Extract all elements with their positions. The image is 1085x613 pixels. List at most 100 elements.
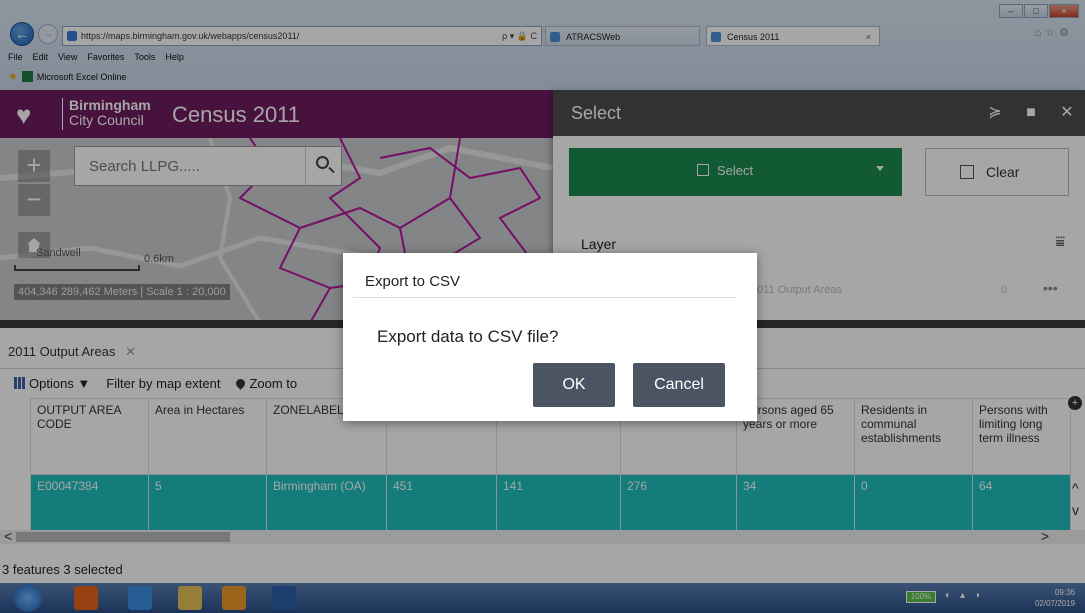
office-icon[interactable] <box>222 586 246 610</box>
menu-help[interactable]: Help <box>165 52 184 62</box>
cancel-button[interactable]: Cancel <box>633 363 725 407</box>
dialog-title: Export to CSV <box>365 273 461 290</box>
search-input[interactable] <box>75 147 305 185</box>
menu-edit[interactable]: Edit <box>33 52 49 62</box>
table-cell: E00047384 <box>30 474 149 533</box>
scale-label: 0.6km <box>144 253 174 265</box>
menu-view[interactable]: View <box>58 52 77 62</box>
clear-button[interactable]: Clear <box>925 148 1069 196</box>
outlook-icon[interactable] <box>74 586 98 610</box>
coordinate-readout: 404,346 289,462 Meters | Scale 1 : 20,00… <box>14 284 230 300</box>
search-icon <box>316 156 329 169</box>
search-box <box>74 146 342 186</box>
browser-tab-atracs[interactable]: ATRACSWeb <box>545 26 700 46</box>
favorites-bar: ★ Microsoft Excel Online <box>8 70 126 83</box>
select-tool-button[interactable]: Select <box>569 148 902 196</box>
clock-date: 02/07/2019 <box>1034 599 1075 608</box>
select-panel-title: Select <box>571 103 622 123</box>
table-cell: Birmingham (OA) <box>266 474 387 533</box>
chevron-down-icon[interactable]: v <box>1072 502 1079 518</box>
minimize-button[interactable]: – <box>999 4 1023 18</box>
zoom-out-button[interactable]: − <box>18 184 50 216</box>
tab-label: 2011 Output Areas <box>8 344 116 359</box>
browser-tab-census[interactable]: Census 2011 × <box>706 26 880 46</box>
selection-status: 3 features 3 selected <box>2 562 123 577</box>
tab-close-icon[interactable]: × <box>866 27 871 47</box>
ok-button[interactable]: OK <box>533 363 615 407</box>
tray-icons[interactable]: ◖▴◗ <box>944 590 991 601</box>
layer-more-icon[interactable]: ••• <box>1043 280 1058 296</box>
favorite-excel-online[interactable]: Microsoft Excel Online <box>37 72 127 82</box>
scrollbar-thumb[interactable] <box>16 532 230 542</box>
logo-line2: City Council <box>69 112 144 128</box>
clear-icon <box>960 165 974 179</box>
menu-favorites[interactable]: Favorites <box>87 52 124 62</box>
column-header[interactable]: Residents in communal establishments <box>854 398 973 475</box>
select-tool-label: Select <box>717 163 754 178</box>
chevron-left-icon[interactable]: < <box>4 528 12 544</box>
layer-name[interactable]: 2011 Output Areas <box>751 284 842 296</box>
location-pin-icon <box>234 377 248 390</box>
zoom-to-label: Zoom to <box>249 376 298 391</box>
window-close-button[interactable]: × <box>1049 4 1079 18</box>
favorites-star-icon[interactable]: ★ <box>8 70 18 83</box>
map-place-label: Sandwell <box>36 247 81 259</box>
close-panel-icon[interactable]: ✕ <box>1049 90 1085 136</box>
layer-label: Layer <box>581 236 617 252</box>
tab-2011-output-areas[interactable]: 2011 Output Areas ✕ <box>8 344 136 360</box>
clock[interactable]: 09:36 02/07/2019 <box>1035 587 1075 609</box>
dialog-message: Export data to CSV file? <box>377 327 559 346</box>
table-cell: 276 <box>620 474 737 533</box>
export-csv-dialog: Export to CSV Export data to CSV file? O… <box>343 253 757 421</box>
browser-home-icons[interactable]: ⌂☆⚙ <box>1035 26 1073 39</box>
table-cell: 34 <box>736 474 855 533</box>
excel-icon <box>21 71 33 82</box>
table-cell: 5 <box>148 474 267 533</box>
attribute-toolbar: Options ▼ Filter by map extent Zoom to <box>14 376 297 391</box>
close-icon[interactable]: ✕ <box>125 344 136 359</box>
logo-line1: Birmingham <box>69 97 151 113</box>
collapse-icon[interactable]: ≽ <box>977 90 1013 136</box>
tab-favicon <box>550 32 560 42</box>
table-cell: 0 <box>854 474 973 533</box>
menu-tools[interactable]: Tools <box>134 52 155 62</box>
search-button[interactable] <box>305 147 341 185</box>
address-bar[interactable]: https://maps.birmingham.gov.uk/webapps/c… <box>62 26 542 46</box>
chevron-up-icon[interactable]: ^ <box>1072 480 1079 496</box>
zoom-in-button[interactable]: + <box>18 150 50 182</box>
menu-bar: File Edit View Favorites Tools Help <box>8 52 184 62</box>
window-controls: – □ × <box>999 4 1079 18</box>
table-row[interactable]: E00047384 5 Birmingham (OA) 451 141 276 … <box>30 474 1071 533</box>
column-header[interactable]: OUTPUT AREA CODE <box>30 398 149 475</box>
address-tools[interactable]: ρ ▾ 🔒 C <box>502 27 537 45</box>
column-header[interactable]: Area in Hectares <box>148 398 267 475</box>
table-cell: 451 <box>386 474 497 533</box>
zoom-to-button[interactable]: Zoom to <box>234 376 298 391</box>
table-cell: 64 <box>972 474 1071 533</box>
back-button[interactable]: ← <box>10 22 34 46</box>
add-column-icon[interactable]: + <box>1068 396 1082 410</box>
column-header[interactable]: Persons with limiting long term illness <box>972 398 1071 475</box>
forward-button[interactable]: → <box>38 24 58 44</box>
chevron-right-icon[interactable]: > <box>1041 528 1049 544</box>
horizontal-scrollbar[interactable]: < > <box>0 528 1085 544</box>
council-logo-text: Birmingham City Council <box>62 98 151 130</box>
file-explorer-icon[interactable] <box>178 586 202 610</box>
menu-file[interactable]: File <box>8 52 23 62</box>
filter-icon[interactable]: ⩸ <box>1055 234 1065 252</box>
select-icon <box>697 164 709 176</box>
scale-bar <box>14 265 140 271</box>
battery-indicator[interactable]: 100% <box>906 591 936 603</box>
options-button[interactable]: Options ▼ <box>14 376 90 391</box>
grid-icon <box>14 377 26 389</box>
filter-by-extent-button[interactable]: Filter by map extent <box>106 376 220 391</box>
app-title: Census 2011 <box>172 102 301 127</box>
internet-explorer-icon[interactable] <box>128 586 152 610</box>
tab-label: ATRACSWeb <box>566 32 621 42</box>
word-icon[interactable] <box>272 586 296 610</box>
start-button[interactable] <box>14 584 42 612</box>
maximize-button[interactable]: □ <box>1024 4 1048 18</box>
site-icon <box>67 31 77 41</box>
clock-time: 09:36 <box>1054 588 1075 597</box>
maximize-panel-icon[interactable]: ■ <box>1013 90 1049 136</box>
